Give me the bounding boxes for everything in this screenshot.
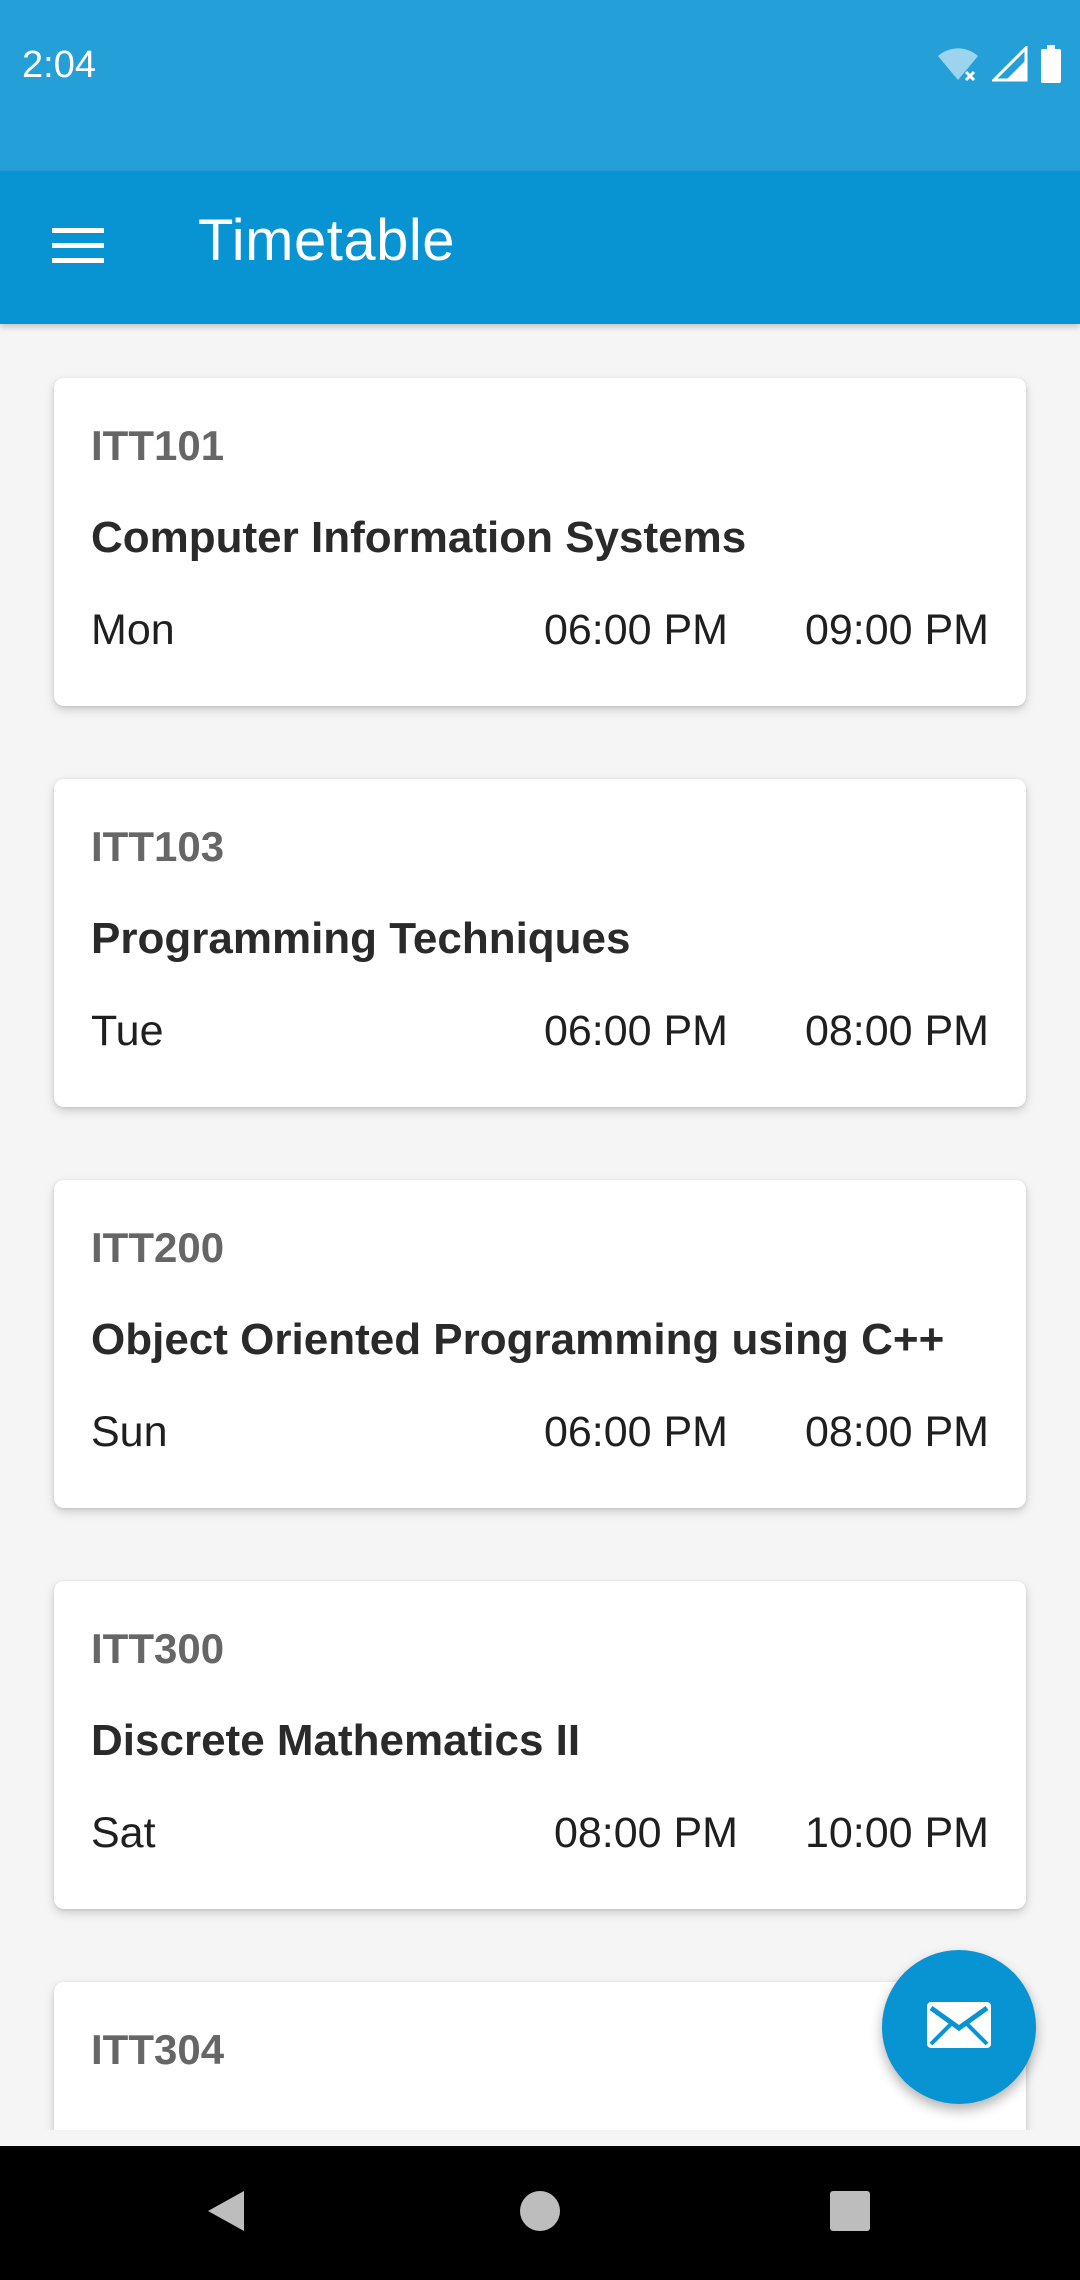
battery-icon: [1040, 44, 1062, 88]
course-code: ITT101: [91, 422, 225, 469]
back-button[interactable]: [186, 2173, 266, 2253]
status-icons: [936, 43, 1062, 88]
course-day: Mon: [91, 606, 175, 654]
course-end-time: 09:00 PM: [804, 606, 989, 654]
course-end-time: 08:00 PM: [804, 1007, 989, 1055]
page-title: Timetable: [198, 208, 456, 273]
course-start-time: 06:00 PM: [543, 606, 728, 654]
wifi-icon: [936, 46, 980, 87]
app-bar: Timetable: [0, 171, 1080, 324]
course-card[interactable]: ITT304: [54, 1982, 1026, 2130]
compose-mail-button[interactable]: [882, 1950, 1036, 2104]
course-card[interactable]: ITT200 Object Oriented Programming using…: [54, 1180, 1026, 1508]
menu-button[interactable]: [28, 209, 128, 287]
hamburger-menu-icon: [52, 227, 104, 269]
course-code: ITT103: [91, 823, 225, 870]
course-name: Programming Techniques: [91, 914, 631, 963]
course-start-time: 08:00 PM: [553, 1809, 738, 1857]
course-name: Computer Information Systems: [91, 513, 747, 562]
recents-button[interactable]: [810, 2173, 890, 2253]
home-button[interactable]: [500, 2173, 580, 2253]
course-start-time: 06:00 PM: [543, 1007, 728, 1055]
course-day: Sat: [91, 1809, 156, 1857]
course-end-time: 08:00 PM: [804, 1408, 989, 1456]
course-code: ITT200: [91, 1224, 225, 1271]
navigation-bar: [0, 2146, 1080, 2280]
course-card[interactable]: ITT300 Discrete Mathematics II Sat 08:00…: [54, 1581, 1026, 1909]
mail-icon: [925, 2000, 993, 2055]
course-name: Object Oriented Programming using C++: [91, 1315, 945, 1364]
course-code: ITT300: [91, 1625, 225, 1672]
cell-signal-icon: [990, 43, 1028, 87]
course-list[interactable]: ITT101 Computer Information Systems Mon …: [0, 324, 1080, 2130]
course-card[interactable]: ITT103 Programming Techniques Tue 06:00 …: [54, 779, 1026, 1107]
course-day: Tue: [91, 1007, 164, 1055]
recents-icon: [828, 2189, 872, 2238]
back-icon: [204, 2187, 248, 2240]
course-day: Sun: [91, 1408, 168, 1456]
status-bar: 2:04: [0, 0, 1080, 171]
course-code: ITT304: [91, 2026, 225, 2073]
home-icon: [518, 2189, 562, 2238]
course-name: Discrete Mathematics II: [91, 1716, 581, 1765]
course-end-time: 10:00 PM: [804, 1809, 989, 1857]
course-start-time: 06:00 PM: [543, 1408, 728, 1456]
status-time: 2:04: [22, 44, 96, 86]
course-card[interactable]: ITT101 Computer Information Systems Mon …: [54, 378, 1026, 706]
